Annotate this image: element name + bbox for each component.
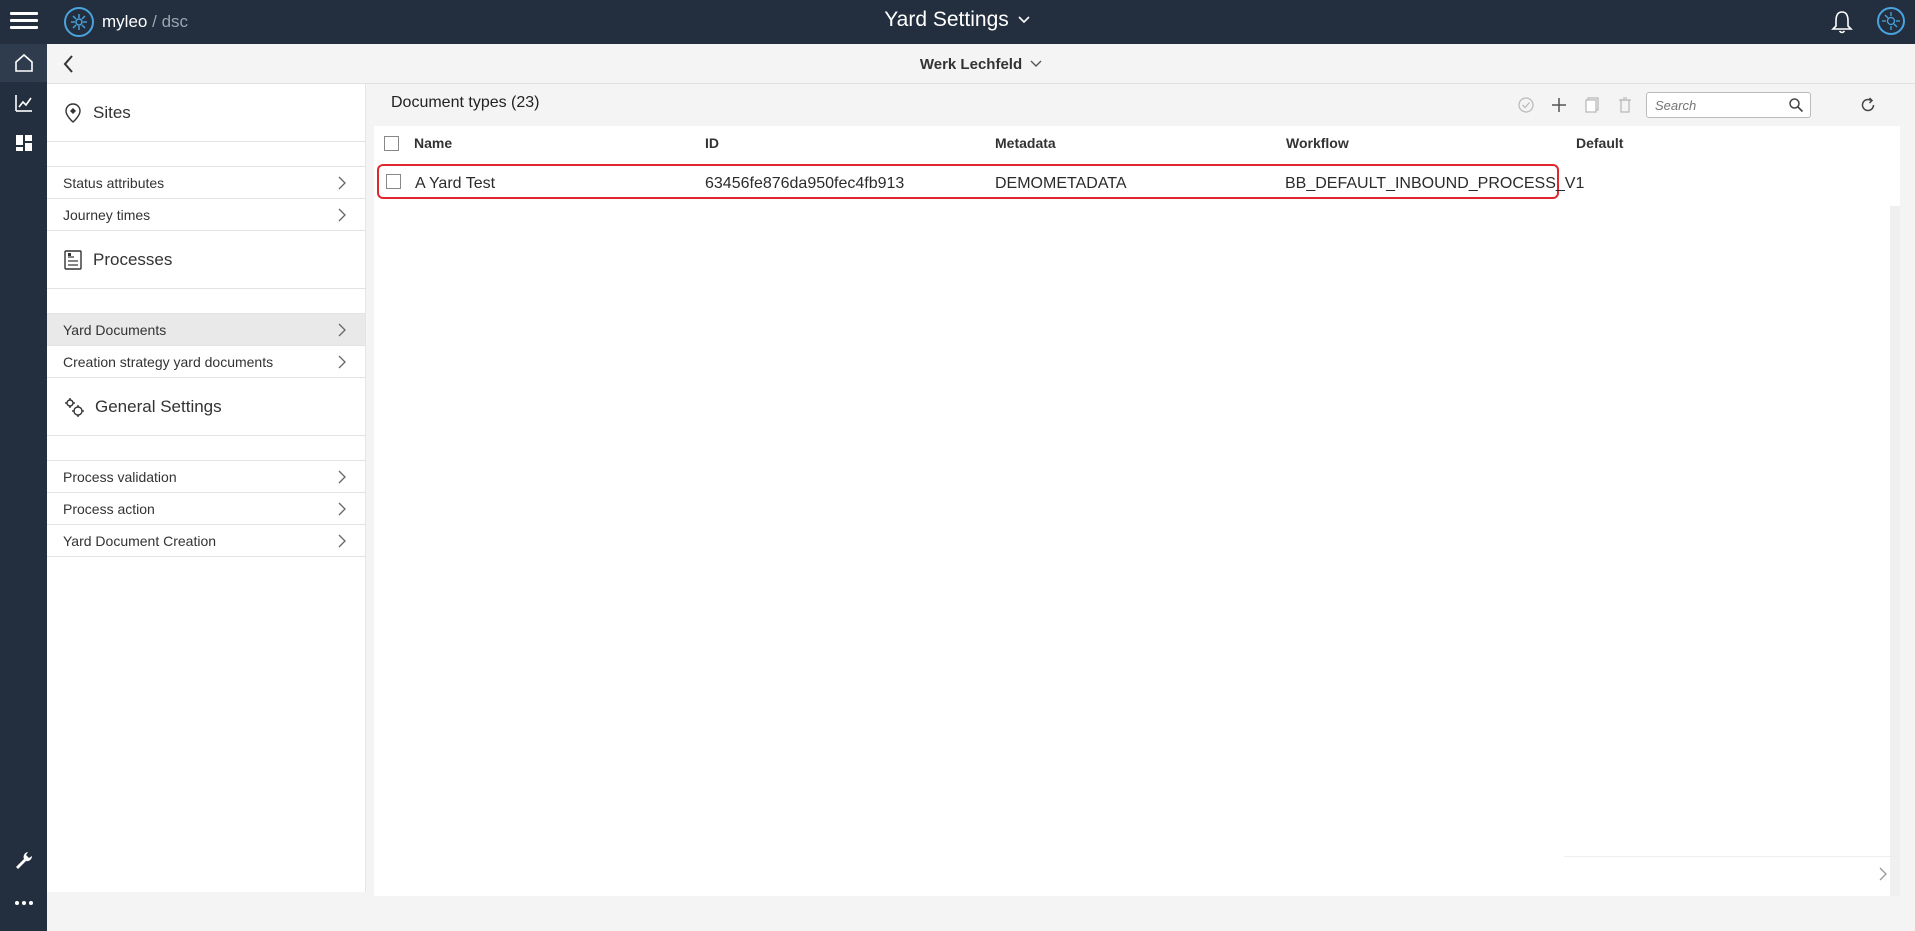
sidebar-item-label: Creation strategy yard documents [63, 353, 274, 370]
section-sites: Sites [47, 84, 365, 142]
chevron-right-icon [338, 502, 346, 515]
pagination-bar [1564, 856, 1900, 890]
row-checkbox[interactable] [386, 174, 401, 189]
column-header-name[interactable]: Name [414, 135, 452, 151]
section-processes: Processes [47, 231, 365, 289]
sidebar-item-yard-documents[interactable]: Yard Documents [47, 314, 365, 346]
sidebar-item-label: Yard Document Creation [63, 532, 217, 549]
wrench-icon[interactable] [0, 841, 47, 879]
brand-text: myleo / dsc [102, 12, 188, 32]
settings-sidebar: Sites Status attributes Journey times Pr… [47, 84, 366, 892]
search-field [1646, 92, 1811, 118]
back-arrow-icon[interactable] [57, 52, 81, 76]
chevron-right-icon [338, 176, 346, 189]
section-title: Sites [93, 102, 131, 122]
brand-sub: dsc [161, 12, 189, 31]
document-types-table: Name ID Metadata Workflow Default A Yard… [374, 126, 1900, 896]
section-title: General Settings [95, 396, 222, 416]
column-header-workflow[interactable]: Workflow [1286, 135, 1349, 151]
chevron-down-icon [1018, 16, 1030, 24]
chevron-right-icon [338, 470, 346, 483]
chevron-right-icon [338, 208, 346, 221]
document-icon [64, 249, 82, 270]
column-header-id[interactable]: ID [705, 135, 719, 151]
check-circle-icon[interactable] [1514, 93, 1538, 117]
location-pin-icon [65, 102, 81, 123]
sidebar-item-label: Process validation [63, 468, 177, 485]
more-icon[interactable] [0, 884, 47, 922]
sidebar-item-label: Journey times [63, 206, 151, 223]
sidebar-item-label: Yard Documents [63, 321, 167, 338]
table-header: Name ID Metadata Workflow Default [374, 126, 1900, 160]
sidebar-item-yard-document-creation[interactable]: Yard Document Creation [47, 525, 365, 557]
column-header-default[interactable]: Default [1576, 135, 1623, 151]
user-avatar-logo[interactable] [1877, 7, 1905, 35]
select-all-checkbox[interactable] [384, 136, 399, 151]
top-bar: myleo / dsc Yard Settings [0, 0, 1915, 44]
brand-name: myleo [102, 12, 148, 31]
section-general-settings: General Settings [47, 378, 365, 436]
chevron-down-icon [1030, 60, 1042, 67]
plus-icon[interactable] [1547, 93, 1571, 117]
refresh-icon[interactable] [1856, 93, 1880, 117]
brand-logo [64, 7, 94, 37]
left-rail [0, 44, 47, 931]
section-title: Processes [93, 249, 173, 269]
site-selector-wrapper: Werk Lechfeld [47, 44, 1915, 84]
page-title-dropdown[interactable]: Yard Settings [884, 8, 1031, 32]
home-icon[interactable] [0, 44, 47, 82]
table-row[interactable]: A Yard Test 63456fe876da950fec4fb913 DEM… [377, 164, 1584, 199]
chevron-right-icon [338, 323, 346, 336]
sidebar-item-journey-times[interactable]: Journey times [47, 199, 365, 231]
dashboard-icon[interactable] [0, 124, 47, 162]
menu-icon[interactable] [10, 8, 38, 36]
page-title-wrapper: Yard Settings [0, 0, 1915, 40]
copy-icon[interactable] [1580, 93, 1604, 117]
sidebar-item-status-attributes[interactable]: Status attributes [47, 167, 365, 199]
column-header-metadata[interactable]: Metadata [995, 135, 1056, 151]
chevron-right-icon [338, 355, 346, 368]
sidebar-item-label: Status attributes [63, 174, 165, 191]
sidebar-item-label: Process action [63, 500, 155, 517]
table-toolbar: Document types (23) [374, 84, 1904, 124]
brand-separator: / [152, 12, 157, 31]
cell-name: A Yard Test [415, 175, 496, 192]
vertical-scrollbar[interactable] [1890, 206, 1900, 896]
trash-icon[interactable] [1613, 93, 1637, 117]
sidebar-item-process-validation[interactable]: Process validation [47, 461, 365, 493]
sidebar-item-creation-strategy[interactable]: Creation strategy yard documents [47, 346, 365, 378]
cell-id: 63456fe876da950fec4fb913 [705, 175, 905, 192]
cell-workflow: BB_DEFAULT_INBOUND_PROCESS_V1 [1285, 175, 1585, 192]
panel-title: Document types (23) [391, 94, 540, 111]
page-title: Yard Settings [884, 8, 1009, 31]
sidebar-item-process-action[interactable]: Process action [47, 493, 365, 525]
chevron-right-icon [338, 534, 346, 547]
bell-icon[interactable] [1829, 9, 1855, 35]
cell-metadata: DEMOMETADATA [995, 175, 1127, 192]
gears-icon [65, 397, 84, 417]
search-icon[interactable] [1788, 97, 1804, 113]
brand[interactable]: myleo / dsc [64, 4, 188, 40]
sub-header: Werk Lechfeld [47, 44, 1915, 84]
chevron-right-icon[interactable] [1878, 867, 1888, 881]
main-panel: Document types (23) Name ID Metadat [374, 84, 1904, 896]
search-input[interactable] [1647, 93, 1777, 117]
site-selector[interactable]: Werk Lechfeld [920, 56, 1042, 73]
site-name: Werk Lechfeld [919, 55, 1023, 73]
analytics-icon[interactable] [0, 84, 47, 122]
